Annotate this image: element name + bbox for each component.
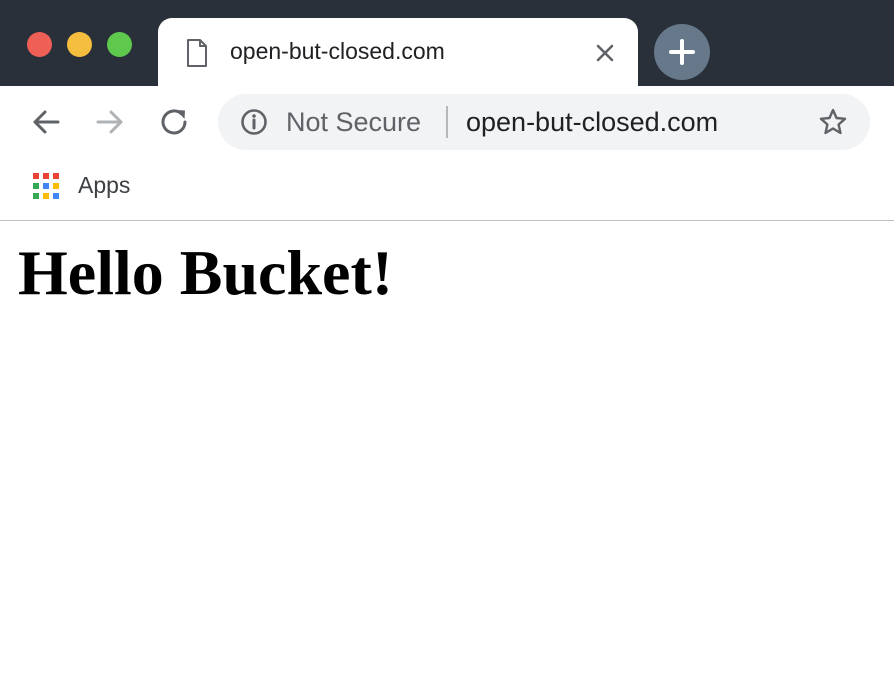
arrow-right-icon[interactable] [94,106,126,138]
star-icon[interactable] [818,107,848,137]
url-text[interactable]: open-but-closed.com [466,107,718,138]
arrow-left-icon[interactable] [30,106,62,138]
reload-icon[interactable] [158,106,190,138]
window-titlebar: open-but-closed.com [0,0,894,88]
plus-icon [669,39,695,65]
apps-grid-icon[interactable] [32,172,60,200]
page-content: Hello Bucket! [0,222,894,690]
window-maximize-button[interactable] [107,32,132,57]
new-tab-button[interactable] [654,24,710,80]
address-bar-divider [446,106,448,138]
bookmarks-bar: Apps [0,158,894,221]
tab-title: open-but-closed.com [230,38,445,64]
browser-toolbar: Not Secure open-but-closed.com [0,86,894,158]
close-icon[interactable] [594,42,616,64]
browser-tab[interactable]: open-but-closed.com [158,18,638,88]
info-icon[interactable] [240,108,268,136]
document-icon [187,39,207,67]
apps-shortcut-label[interactable]: Apps [78,172,130,199]
page-heading: Hello Bucket! [18,237,394,308]
address-bar[interactable]: Not Secure open-but-closed.com [218,94,870,150]
window-close-button[interactable] [27,32,52,57]
window-minimize-button[interactable] [67,32,92,57]
security-status-label[interactable]: Not Secure [286,107,421,138]
